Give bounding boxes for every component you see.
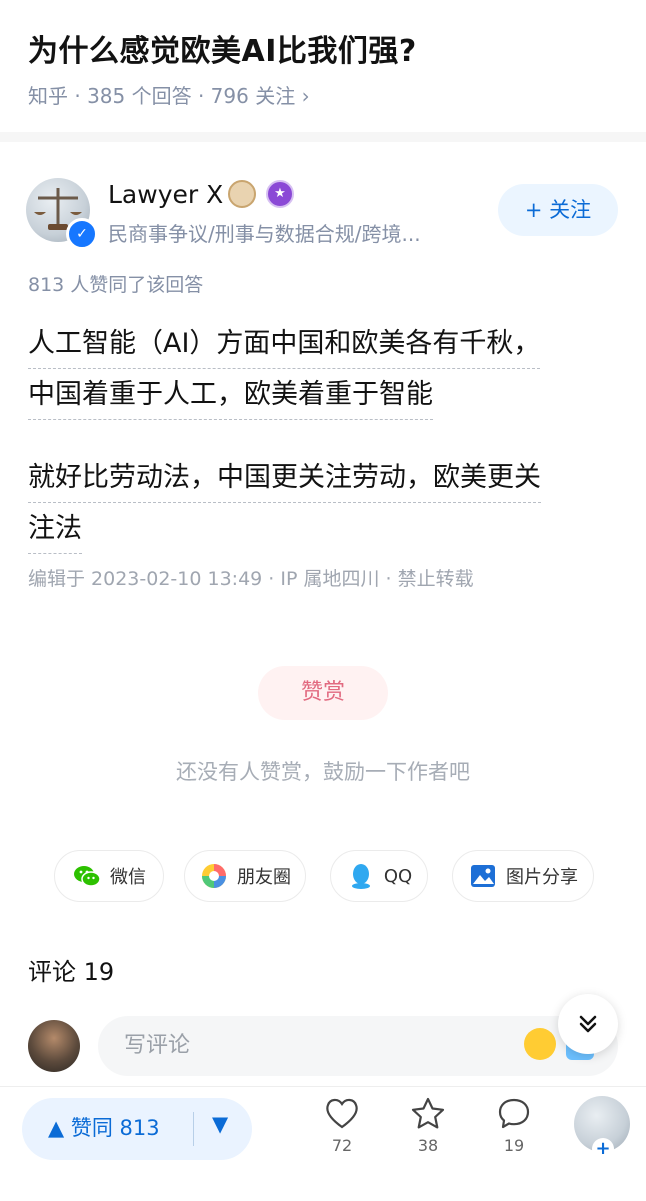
- share-qq-button[interactable]: QQ: [330, 850, 428, 902]
- scroll-down-button[interactable]: [558, 994, 618, 1054]
- star-badge-icon: ★: [266, 180, 294, 208]
- answer-line: 就好比劳动法，中国更关注劳动，欧美更关: [28, 452, 541, 503]
- reward-note: 还没有人赞赏，鼓励一下作者吧: [176, 760, 470, 784]
- like-button[interactable]: 72: [312, 1096, 372, 1155]
- follow-button[interactable]: + 关注: [498, 184, 618, 236]
- author-description: 民商事争议/刑事与数据合规/跨境...: [108, 222, 421, 246]
- question-title[interactable]: 为什么感觉欧美AI比我们强?: [28, 26, 417, 70]
- double-chevron-down-icon: [579, 1015, 597, 1033]
- comment-button[interactable]: 19: [484, 1096, 544, 1155]
- question-meta[interactable]: 知乎 · 385 个回答 · 796 关注 ›: [28, 80, 310, 109]
- vote-separator: [193, 1112, 194, 1146]
- share-moments-button[interactable]: 朋友圈: [184, 850, 306, 902]
- star-icon: [411, 1097, 445, 1129]
- share-qq-label: QQ: [383, 865, 413, 887]
- favorite-count: 38: [417, 1136, 439, 1155]
- comment-count: 19: [503, 1136, 525, 1155]
- share-moments-label: 朋友圈: [237, 867, 291, 888]
- moments-icon: [202, 864, 226, 888]
- downvote-button[interactable]: ▼: [212, 1112, 228, 1136]
- like-count: 72: [331, 1136, 353, 1155]
- author-name[interactable]: Lawyer X: [108, 180, 223, 209]
- reward-button[interactable]: 赞赏: [258, 666, 388, 720]
- share-image-label: 图片分享: [506, 867, 578, 888]
- plus-icon[interactable]: +: [592, 1138, 614, 1160]
- qq-icon: [351, 864, 370, 889]
- crown-badge-icon: [228, 180, 256, 208]
- user-avatar[interactable]: [28, 1020, 80, 1072]
- emoji-sticker-icon[interactable]: [524, 1028, 556, 1060]
- answer-line: 人工智能（AI）方面中国和欧美各有千秋，: [28, 318, 541, 369]
- favorite-button[interactable]: 38: [398, 1096, 458, 1155]
- answer-paragraph-2: 就好比劳动法，中国更关注劳动，欧美更关 注法: [28, 452, 541, 554]
- comments-title: 评论 19: [28, 958, 115, 986]
- wechat-icon: [74, 866, 101, 887]
- image-icon: [471, 865, 495, 887]
- section-divider: [0, 132, 646, 142]
- answer-paragraph-1: 人工智能（AI）方面中国和欧美各有千秋， 中国着重于人工，欧美着重于智能: [28, 318, 541, 420]
- comment-bubble-icon: [498, 1098, 530, 1129]
- upvote-button[interactable]: ▲ 赞同 813: [48, 1112, 160, 1142]
- share-wechat-label: 微信: [110, 867, 146, 888]
- share-wechat-button[interactable]: 微信: [54, 850, 164, 902]
- heart-icon: [326, 1098, 358, 1129]
- edit-meta: 编辑于 2023-02-10 13:49 · IP 属地四川 · 禁止转载: [28, 568, 474, 590]
- verified-icon: ✓: [66, 218, 98, 250]
- share-image-button[interactable]: 图片分享: [452, 850, 594, 902]
- answer-line: 中国着重于人工，欧美着重于智能: [28, 369, 433, 420]
- answer-line: 注法: [28, 503, 82, 554]
- upvote-note: 813 人赞同了该回答: [28, 274, 204, 296]
